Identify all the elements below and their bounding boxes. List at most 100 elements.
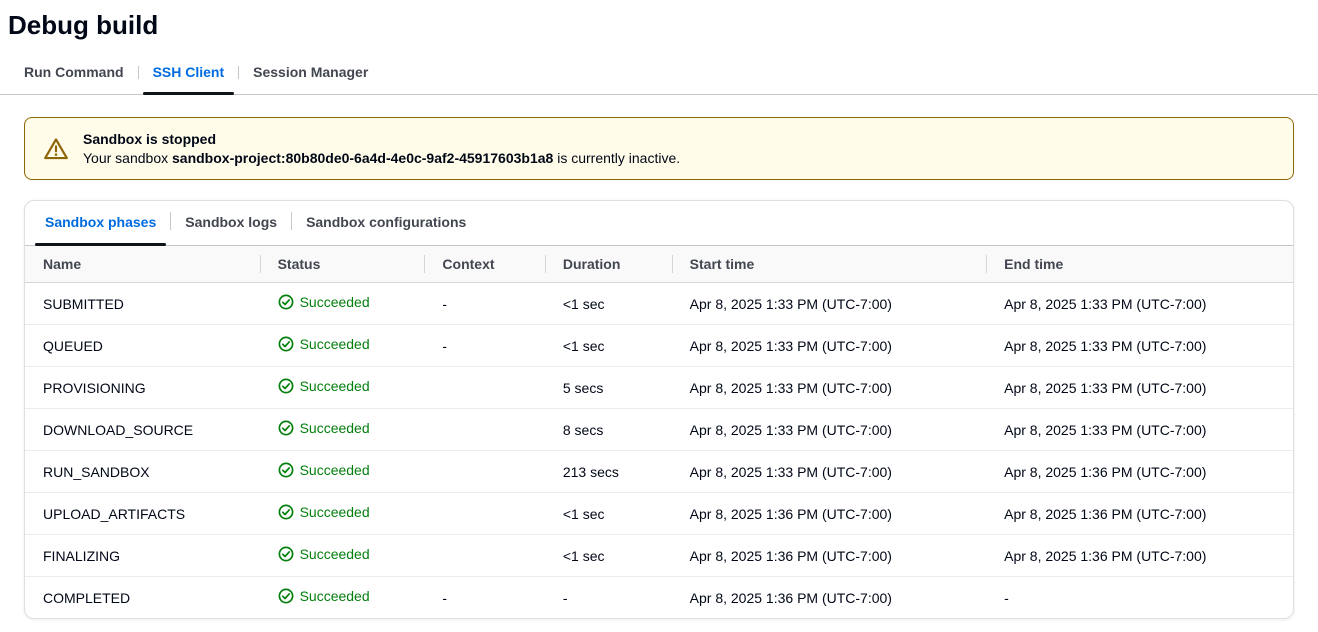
phase-end-time: - [986,577,1293,619]
alert-title: Sandbox is stopped [83,131,680,147]
sandbox-panel-tabs: Sandbox phases Sandbox logs Sandbox conf… [25,201,1293,246]
page-title: Debug build [0,0,1318,55]
content-area: Sandbox is stopped Your sandbox sandbox-… [0,95,1318,629]
phase-name: UPLOAD_ARTIFACTS [25,493,260,535]
phase-context [424,493,544,535]
phase-name: QUEUED [25,325,260,367]
phase-context [424,451,544,493]
table-row: COMPLETED Succeeded - - Apr 8, 2025 1:36… [25,577,1293,619]
phase-duration: - [545,577,672,619]
phase-end-time: Apr 8, 2025 1:33 PM (UTC-7:00) [986,367,1293,409]
status-badge: Succeeded [278,420,370,436]
phase-context: - [424,325,544,367]
status-label: Succeeded [300,294,370,310]
phase-context [424,409,544,451]
column-header-start-time: Start time [672,246,986,283]
phase-end-time: Apr 8, 2025 1:33 PM (UTC-7:00) [986,325,1293,367]
phase-start-time: Apr 8, 2025 1:36 PM (UTC-7:00) [672,535,986,577]
phase-context [424,367,544,409]
phase-duration: 8 secs [545,409,672,451]
phase-status: Succeeded [260,493,425,535]
sandbox-id: sandbox-project:80b80de0-6a4d-4e0c-9af2-… [172,150,553,166]
phase-name: PROVISIONING [25,367,260,409]
tab-session-manager-label: Session Manager [253,64,368,80]
phase-name: SUBMITTED [25,283,260,325]
status-label: Succeeded [300,546,370,562]
column-header-end-time: End time [986,246,1293,283]
check-circle-icon [278,504,294,520]
phase-end-time: Apr 8, 2025 1:36 PM (UTC-7:00) [986,493,1293,535]
column-header-duration: Duration [545,246,672,283]
status-label: Succeeded [300,588,370,604]
phase-end-time: Apr 8, 2025 1:33 PM (UTC-7:00) [986,283,1293,325]
status-badge: Succeeded [278,336,370,352]
tab-sandbox-logs[interactable]: Sandbox logs [171,201,291,245]
phase-start-time: Apr 8, 2025 1:33 PM (UTC-7:00) [672,451,986,493]
table-row: UPLOAD_ARTIFACTS Succeeded <1 sec Apr 8,… [25,493,1293,535]
tab-run-command[interactable]: Run Command [10,55,138,94]
phase-status: Succeeded [260,409,425,451]
sandbox-panel: Sandbox phases Sandbox logs Sandbox conf… [24,200,1294,619]
tab-sandbox-logs-label: Sandbox logs [185,214,277,230]
phase-context: - [424,577,544,619]
column-header-context: Context [424,246,544,283]
status-label: Succeeded [300,420,370,436]
phase-duration: 213 secs [545,451,672,493]
phase-name: DOWNLOAD_SOURCE [25,409,260,451]
column-header-name: Name [25,246,260,283]
tab-sandbox-phases[interactable]: Sandbox phases [31,201,170,245]
status-label: Succeeded [300,462,370,478]
tab-sandbox-configurations[interactable]: Sandbox configurations [292,201,480,245]
status-label: Succeeded [300,504,370,520]
phase-status: Succeeded [260,451,425,493]
check-circle-icon [278,588,294,604]
status-badge: Succeeded [278,588,370,604]
page-header: Debug build [0,0,1318,55]
phase-duration: <1 sec [545,493,672,535]
phase-context: - [424,283,544,325]
phase-duration: <1 sec [545,283,672,325]
phase-context [424,535,544,577]
tab-run-command-label: Run Command [24,64,124,80]
phase-start-time: Apr 8, 2025 1:36 PM (UTC-7:00) [672,577,986,619]
phases-table-header: Name Status Context Duration Start time … [25,246,1293,283]
status-badge: Succeeded [278,546,370,562]
phase-name: RUN_SANDBOX [25,451,260,493]
status-badge: Succeeded [278,294,370,310]
table-row: SUBMITTED Succeeded - <1 sec Apr 8, 2025… [25,283,1293,325]
alert-message: Your sandbox sandbox-project:80b80de0-6a… [83,150,680,166]
alert-message-suffix: is currently inactive. [553,150,680,166]
status-badge: Succeeded [278,504,370,520]
phase-name: COMPLETED [25,577,260,619]
phase-end-time: Apr 8, 2025 1:36 PM (UTC-7:00) [986,451,1293,493]
table-row: QUEUED Succeeded - <1 sec Apr 8, 2025 1:… [25,325,1293,367]
tab-ssh-client[interactable]: SSH Client [139,55,239,94]
tab-session-manager[interactable]: Session Manager [239,55,382,94]
phase-end-time: Apr 8, 2025 1:36 PM (UTC-7:00) [986,535,1293,577]
check-circle-icon [278,378,294,394]
table-row: DOWNLOAD_SOURCE Succeeded 8 secs Apr 8, … [25,409,1293,451]
status-badge: Succeeded [278,462,370,478]
check-circle-icon [278,546,294,562]
debug-build-tabs: Run Command SSH Client Session Manager [0,55,1318,95]
phase-status: Succeeded [260,577,425,619]
check-circle-icon [278,462,294,478]
phase-status: Succeeded [260,367,425,409]
phase-status: Succeeded [260,325,425,367]
alert-message-prefix: Your sandbox [83,150,172,166]
status-badge: Succeeded [278,378,370,394]
sandbox-stopped-alert: Sandbox is stopped Your sandbox sandbox-… [24,117,1294,180]
check-circle-icon [278,420,294,436]
phase-start-time: Apr 8, 2025 1:33 PM (UTC-7:00) [672,367,986,409]
tab-sandbox-phases-label: Sandbox phases [45,214,156,230]
warning-triangle-icon [43,136,69,162]
check-circle-icon [278,336,294,352]
phase-start-time: Apr 8, 2025 1:33 PM (UTC-7:00) [672,283,986,325]
phase-status: Succeeded [260,535,425,577]
alert-body: Sandbox is stopped Your sandbox sandbox-… [83,131,680,166]
phase-name: FINALIZING [25,535,260,577]
table-row: RUN_SANDBOX Succeeded 213 secs Apr 8, 20… [25,451,1293,493]
debug-build-page: Debug build Run Command SSH Client Sessi… [0,0,1318,629]
phase-start-time: Apr 8, 2025 1:33 PM (UTC-7:00) [672,325,986,367]
tab-ssh-client-label: SSH Client [153,64,225,80]
